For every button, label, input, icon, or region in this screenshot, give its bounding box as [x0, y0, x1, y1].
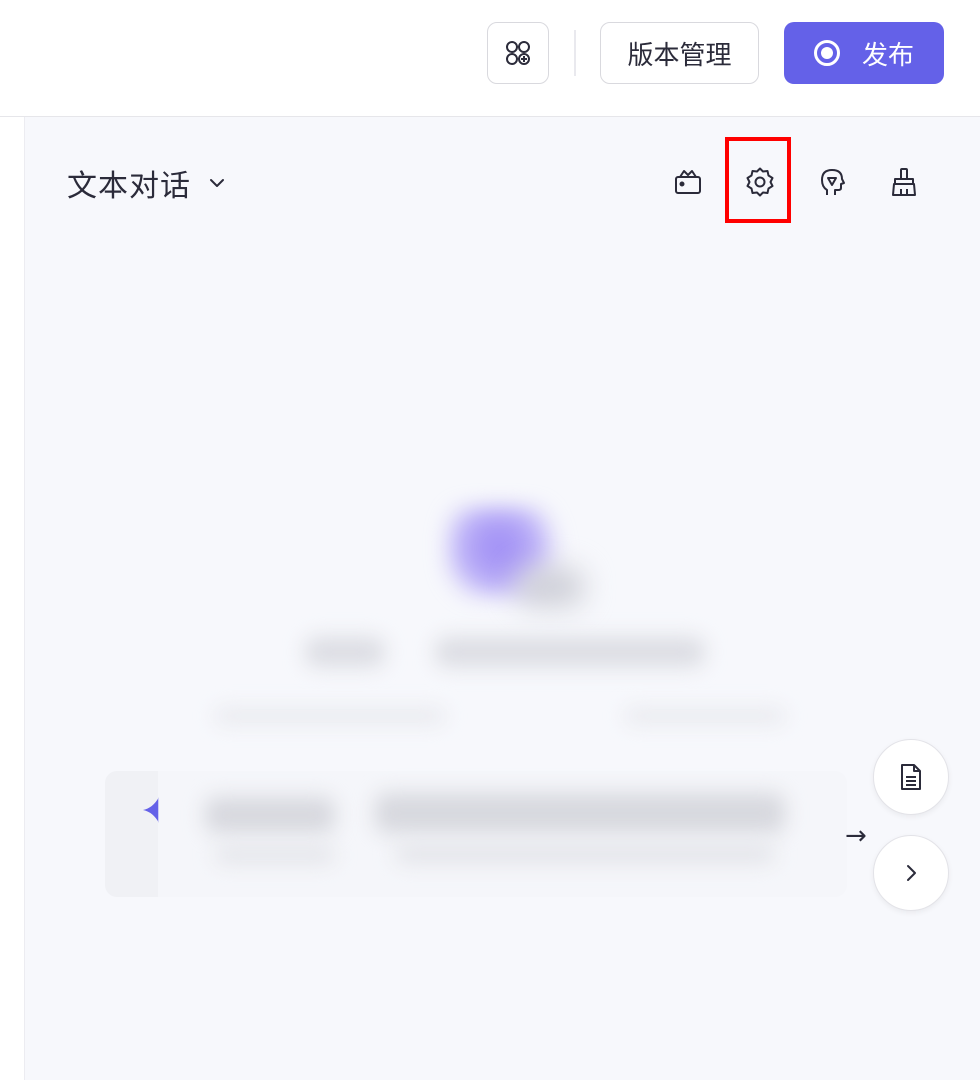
suggestion-card-overlay: [158, 757, 848, 917]
command-apps-icon: [506, 41, 530, 65]
expand-next-button[interactable]: [873, 835, 949, 911]
highlight-box: [725, 137, 791, 223]
top-toolbar: 版本管理 发布: [0, 0, 980, 117]
chevron-right-icon: [907, 865, 916, 881]
sparkle-icon: [143, 797, 159, 823]
assistant-intro-placeholder: [435, 637, 705, 667]
broom-clear-icon: [892, 168, 916, 196]
record-circle-icon: [813, 40, 840, 66]
chat-panel: 文本对话 →: [25, 117, 980, 1080]
memory-button[interactable]: [811, 161, 853, 203]
arrow-right-icon[interactable]: →: [845, 821, 867, 851]
document-button[interactable]: [873, 739, 949, 815]
version-management-button[interactable]: 版本管理: [600, 22, 759, 84]
version-management-label: 版本管理: [627, 40, 732, 71]
brain-head-icon: [821, 169, 845, 195]
toolbar-divider: [574, 30, 576, 76]
suggestion-text-placeholder: [205, 797, 335, 833]
apps-button[interactable]: [487, 22, 549, 84]
document-icon: [901, 764, 921, 790]
chevron-down-icon: [210, 179, 224, 187]
assistant-name-placeholder: [305, 637, 385, 667]
publish-label: 发布: [861, 40, 914, 71]
welcome-line-placeholder: [215, 709, 445, 723]
chat-mode-select[interactable]: 文本对话: [67, 161, 227, 205]
left-panel-edge: [0, 117, 25, 1080]
assistant-avatar-shadow: [515, 567, 585, 607]
clear-button[interactable]: [883, 161, 925, 203]
toolbox-button[interactable]: [667, 161, 709, 203]
suggestion-text-placeholder: [215, 847, 335, 863]
suggestion-text-placeholder: [395, 845, 775, 863]
welcome-line-placeholder: [625, 709, 785, 723]
chat-mode-label: 文本对话: [67, 169, 191, 204]
publish-button[interactable]: 发布: [784, 22, 944, 84]
toolbox-icon: [675, 170, 701, 194]
suggestion-text-placeholder: [375, 793, 785, 833]
